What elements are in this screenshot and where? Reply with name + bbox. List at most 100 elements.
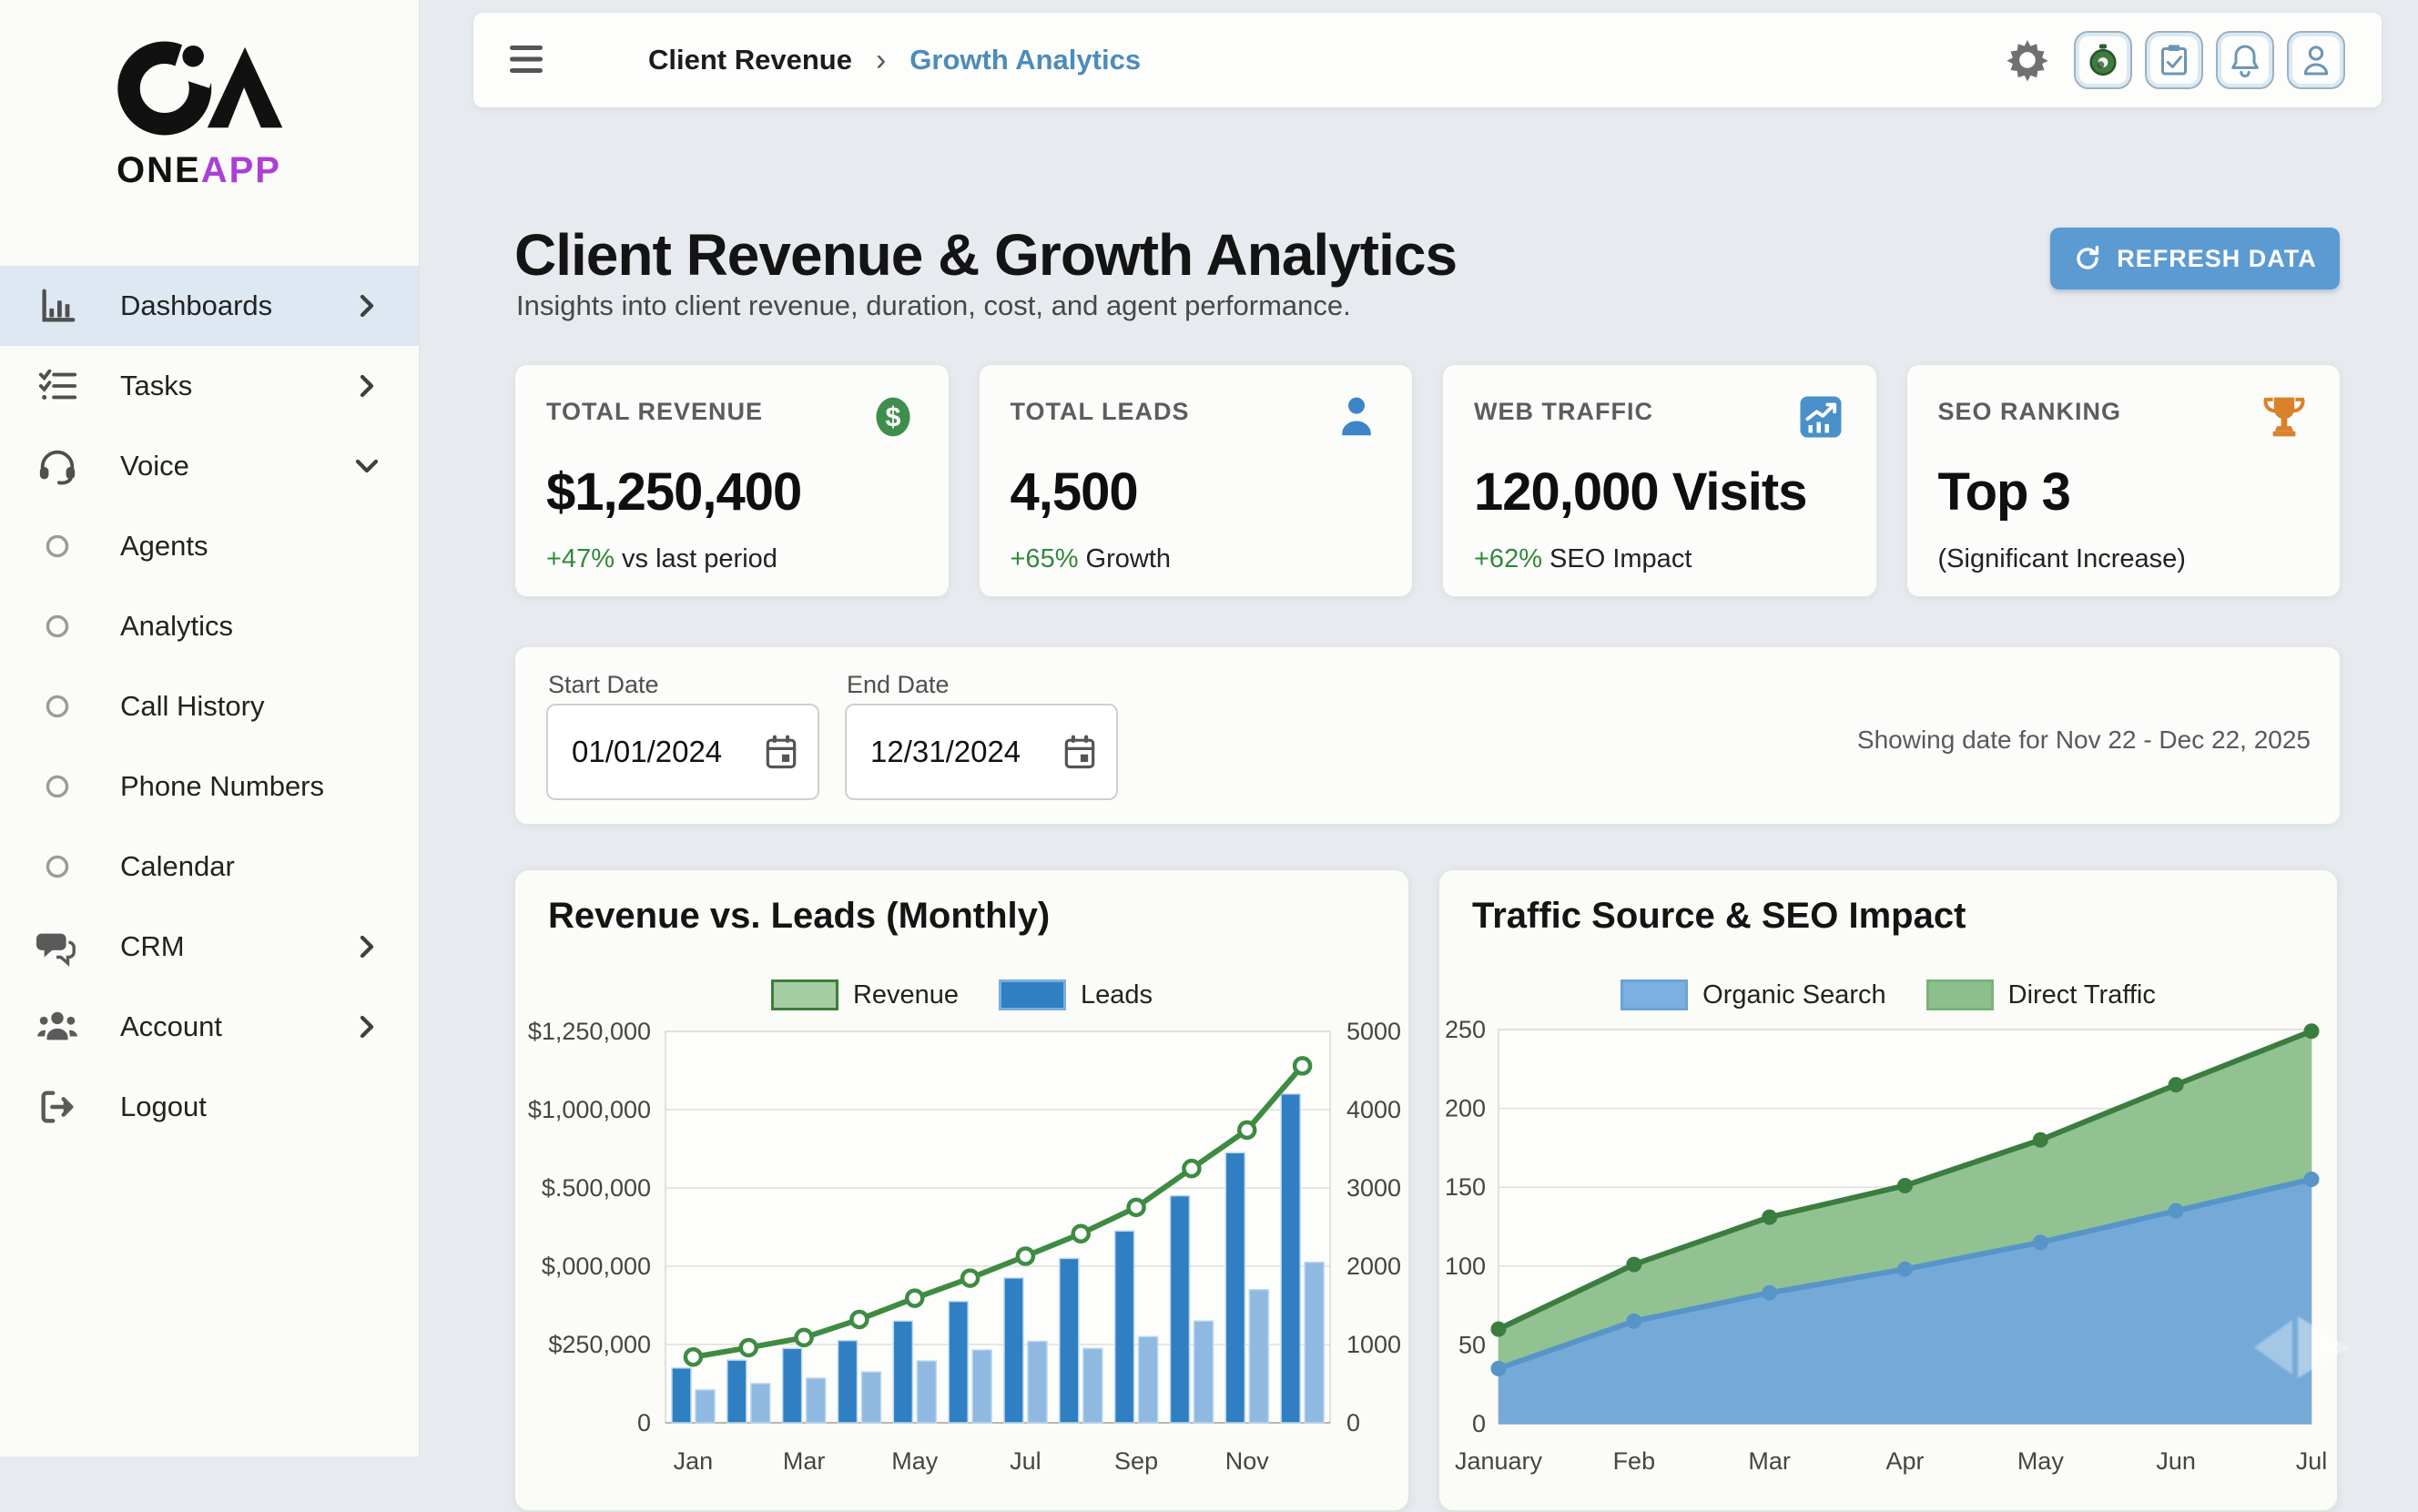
chart-title: Traffic Source & SEO Impact xyxy=(1472,896,1966,937)
bell-button[interactable] xyxy=(2216,31,2274,89)
bar-leads-secondary--may xyxy=(917,1361,936,1423)
revenue-point-sep xyxy=(1129,1200,1144,1215)
point-direct-traffic-jun xyxy=(2169,1078,2183,1091)
point-direct-traffic-may xyxy=(2034,1133,2047,1147)
svg-text:$250,000: $250,000 xyxy=(548,1331,651,1358)
stat-label: TOTAL REVENUE xyxy=(546,392,763,426)
sidebar-item-phone-numbers[interactable]: Phone Numbers xyxy=(0,746,419,827)
trophy-icon xyxy=(2260,392,2309,441)
task-list-icon xyxy=(36,365,120,407)
bar-leads-secondary--sep xyxy=(1139,1336,1158,1423)
sidebar-item-voice[interactable]: Voice xyxy=(0,426,419,506)
traffic-seo-chart-card: Traffic Source & SEO Impact Organic Sear… xyxy=(1438,869,2338,1511)
chevron-right-icon xyxy=(353,1013,381,1040)
sidebar-item-label: Calendar xyxy=(120,850,235,883)
svg-text:$1,000,000: $1,000,000 xyxy=(528,1096,651,1123)
sidebar-item-tasks[interactable]: Tasks xyxy=(0,346,419,426)
svg-text:0: 0 xyxy=(1472,1410,1486,1437)
bar-leads-dec xyxy=(1281,1094,1300,1423)
bar-leads-secondary--aug xyxy=(1083,1348,1102,1423)
sidebar-item-dashboards[interactable]: Dashboards xyxy=(0,266,419,346)
date-filter-panel: Start Date End Date Showing date for Nov… xyxy=(514,646,2341,825)
breadcrumb-client-revenue[interactable]: Client Revenue xyxy=(648,44,852,76)
headset-icon xyxy=(36,445,120,487)
hamburger-menu-icon[interactable] xyxy=(510,44,546,76)
point-organic-search-may xyxy=(2034,1235,2047,1249)
end-date-input[interactable] xyxy=(869,705,1054,798)
sidebar-item-label: Analytics xyxy=(120,610,233,643)
app-logo[interactable]: ONEAPP xyxy=(107,36,317,191)
svg-text:Apr: Apr xyxy=(1885,1447,1924,1475)
svg-text:May: May xyxy=(2017,1447,2065,1475)
clipboard-check-button[interactable] xyxy=(2145,31,2203,89)
sidebar-item-agents[interactable]: Agents xyxy=(0,506,419,586)
sidebar-nav: Dashboards Tasks Voice Agents Analytics Call … xyxy=(0,266,419,1147)
users-icon xyxy=(36,1006,120,1048)
sidebar-item-crm[interactable]: CRM xyxy=(0,907,419,987)
sidebar-item-label: Dashboards xyxy=(120,289,272,322)
radio-circle-icon xyxy=(36,525,120,567)
brand-text: ONEAPP xyxy=(117,150,317,191)
revenue-point-mar xyxy=(797,1330,812,1345)
bar-leads-sep xyxy=(1115,1231,1134,1423)
refresh-data-button[interactable]: REFRESH DATA xyxy=(2050,228,2340,289)
legend-item-leads: Leads xyxy=(999,979,1153,1010)
legend-swatch xyxy=(1620,979,1688,1010)
breadcrumb: Client Revenue › Growth Analytics xyxy=(648,13,1141,107)
svg-text:Nov: Nov xyxy=(1225,1447,1270,1475)
svg-text:Feb: Feb xyxy=(1613,1447,1656,1475)
legend-item-organic-search: Organic Search xyxy=(1620,979,1886,1010)
svg-text:3000: 3000 xyxy=(1346,1174,1401,1202)
revenue-point-oct xyxy=(1184,1161,1199,1176)
svg-text:$,000,000: $,000,000 xyxy=(542,1253,651,1280)
legend-swatch xyxy=(1926,979,1994,1010)
calendar-icon xyxy=(761,732,801,772)
sidebar-item-logout[interactable]: Logout xyxy=(0,1067,419,1147)
start-date-input[interactable] xyxy=(570,705,756,798)
sidebar-item-label: Account xyxy=(120,1010,222,1043)
stat-subtext: (Significant Increase) xyxy=(1938,544,2310,574)
chevron-down-icon xyxy=(353,452,381,480)
stat-card-total-leads: TOTAL LEADS4,500+65% Growth xyxy=(979,364,1414,597)
bar-leads-nov xyxy=(1225,1152,1245,1423)
breadcrumb-growth-analytics[interactable]: Growth Analytics xyxy=(909,44,1141,76)
bell-icon xyxy=(2227,42,2263,78)
page-title: Client Revenue & Growth Analytics xyxy=(514,221,1457,289)
gear-icon[interactable] xyxy=(2005,37,2050,83)
revenue-point-dec xyxy=(1295,1058,1310,1073)
svg-text:Jun: Jun xyxy=(2156,1447,2196,1475)
sidebar-item-label: Voice xyxy=(120,450,189,482)
user-button[interactable] xyxy=(2287,31,2345,89)
sidebar-item-account[interactable]: Account xyxy=(0,987,419,1067)
sidebar-item-call-history[interactable]: Call History xyxy=(0,666,419,746)
legend-swatch xyxy=(999,979,1066,1010)
legend-label: Direct Traffic xyxy=(2008,980,2156,1010)
svg-text:$1,250,000: $1,250,000 xyxy=(528,1018,651,1045)
chat-icon xyxy=(36,926,120,968)
bar-leads-aug xyxy=(1060,1258,1079,1423)
chart-legend: Revenue Leads xyxy=(515,979,1408,1010)
point-organic-search-apr xyxy=(1898,1263,1912,1276)
carousel-arrow[interactable] xyxy=(2241,1311,2360,1384)
svg-text:Mar: Mar xyxy=(783,1447,826,1475)
refresh-button-label: REFRESH DATA xyxy=(2117,245,2317,273)
refresh-icon xyxy=(2073,244,2102,273)
legend-item-direct-traffic: Direct Traffic xyxy=(1926,979,2156,1010)
svg-text:150: 150 xyxy=(1445,1173,1486,1201)
bar-leads-secondary--mar xyxy=(807,1378,826,1423)
svg-text:January: January xyxy=(1455,1447,1543,1475)
sidebar-item-label: Phone Numbers xyxy=(120,770,324,803)
svg-text:200: 200 xyxy=(1445,1095,1486,1122)
legend-label: Revenue xyxy=(853,980,959,1010)
legend-label: Organic Search xyxy=(1702,980,1886,1010)
timer-button[interactable] xyxy=(2074,31,2132,89)
sidebar-item-calendar[interactable]: Calendar xyxy=(0,827,419,907)
user-icon xyxy=(2298,42,2334,78)
logo-mark xyxy=(107,36,295,144)
sidebar-item-analytics[interactable]: Analytics xyxy=(0,586,419,666)
sidebar-item-label: Logout xyxy=(120,1091,207,1123)
page-subtitle: Insights into client revenue, duration, … xyxy=(516,289,1351,322)
svg-text:4000: 4000 xyxy=(1346,1096,1401,1123)
bar-leads-secondary--feb xyxy=(751,1384,770,1423)
end-date-field xyxy=(845,704,1118,800)
